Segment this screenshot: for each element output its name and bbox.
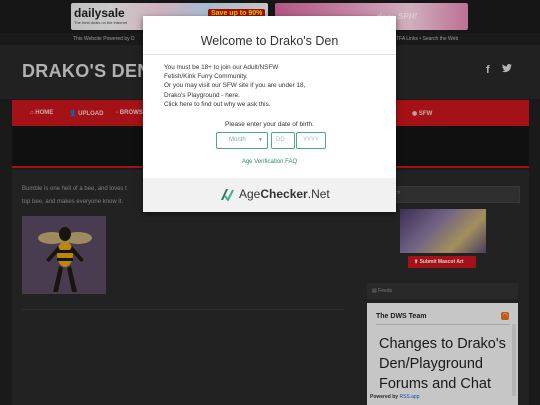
sfw-site-link[interactable]: Or you may visit our SFW site if you are…	[164, 82, 305, 89]
why-we-ask-link[interactable]: Click here to find out why we ask this.	[164, 101, 271, 108]
modal-info-line: Fetish/Kink Furry Community.	[164, 73, 248, 80]
month-select-value: Month	[229, 137, 246, 143]
modal-info-line: You must be 18+ to join our Adult/NSFW	[164, 64, 279, 71]
agechecker-brand-bold: Checker	[260, 187, 308, 201]
drakos-playground-link[interactable]: Drako's Playground - here.	[164, 92, 240, 99]
modal-title-divider	[143, 54, 396, 55]
chevron-down-icon: ▼	[258, 137, 263, 143]
dob-label: Please enter your date of birth.	[225, 121, 314, 128]
modal-title: Welcome to Drako's Den	[200, 34, 339, 48]
agechecker-brand-regular: Age	[239, 187, 261, 201]
year-input-placeholder: YYYY	[303, 137, 320, 143]
day-input-placeholder: DD	[276, 137, 285, 143]
agechecker-brand[interactable]: AgeChecker.Net	[239, 187, 330, 201]
age-verification-faq-link[interactable]: Age Verification FAQ	[143, 159, 396, 165]
agechecker-brand-suffix: .Net	[307, 187, 330, 201]
agechecker-logo-icon	[220, 187, 234, 202]
